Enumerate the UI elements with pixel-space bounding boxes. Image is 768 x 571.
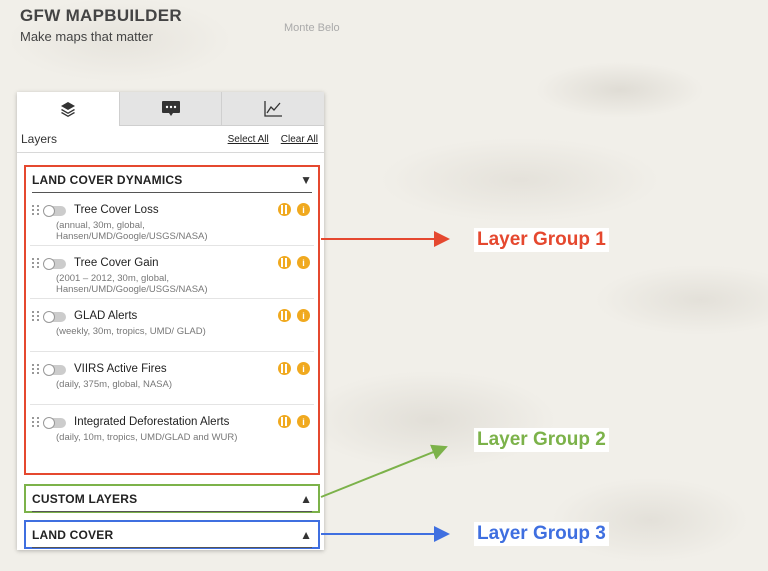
drag-handle-icon[interactable] bbox=[32, 364, 40, 374]
info-icon[interactable]: i bbox=[297, 256, 310, 269]
group-header-land-cover[interactable]: LAND COVER ▲ bbox=[32, 522, 312, 548]
tab-analysis[interactable] bbox=[221, 92, 325, 126]
layer-toggle[interactable] bbox=[43, 258, 66, 270]
layer-item-tree-cover-loss: Tree Cover Loss (annual, 30m, global, Ha… bbox=[30, 193, 314, 246]
clear-all-link[interactable]: Clear All bbox=[281, 134, 318, 145]
select-all-link[interactable]: Select All bbox=[228, 134, 269, 145]
legend-icon[interactable] bbox=[278, 256, 291, 269]
legend-icon[interactable] bbox=[278, 362, 291, 375]
info-icon[interactable]: i bbox=[297, 203, 310, 216]
layer-group-2: CUSTOM LAYERS ▲ bbox=[24, 484, 320, 513]
expand-arrow-icon[interactable]: ▲ bbox=[300, 492, 312, 506]
layers-icon bbox=[60, 101, 75, 117]
drag-handle-icon[interactable] bbox=[32, 311, 40, 321]
map-place-label: Monte Belo bbox=[284, 22, 340, 34]
expand-arrow-icon[interactable]: ▲ bbox=[300, 528, 312, 542]
layer-meta: (daily, 375m, global, NASA) bbox=[56, 379, 172, 390]
group-header-custom-layers[interactable]: CUSTOM LAYERS ▲ bbox=[32, 486, 312, 512]
layer-name: GLAD Alerts bbox=[74, 310, 138, 322]
layer-toggle[interactable] bbox=[43, 311, 66, 323]
group-title: CUSTOM LAYERS bbox=[32, 491, 138, 506]
layer-item-integrated-deforestation-alerts: Integrated Deforestation Alerts (daily, … bbox=[30, 405, 314, 457]
layer-item-tree-cover-gain: Tree Cover Gain (2001 – 2012, 30m, globa… bbox=[30, 246, 314, 299]
layers-title: Layers bbox=[21, 132, 58, 146]
callout-layer-group-1: Layer Group 1 bbox=[474, 228, 609, 252]
brand: GFW MAPBUILDER Make maps that matter bbox=[20, 6, 182, 44]
layer-meta: (annual, 30m, global, Hansen/UMD/Google/… bbox=[56, 220, 208, 242]
layer-item-glad-alerts: GLAD Alerts (weekly, 30m, tropics, UMD/ … bbox=[30, 299, 314, 352]
layer-meta: (2001 – 2012, 30m, global, Hansen/UMD/Go… bbox=[56, 273, 208, 295]
layer-meta: (weekly, 30m, tropics, UMD/ GLAD) bbox=[56, 326, 206, 337]
layer-group-1: LAND COVER DYNAMICS ▼ Tree Cover Loss (a… bbox=[24, 165, 320, 475]
drag-handle-icon[interactable] bbox=[32, 205, 40, 215]
layer-item-viirs-active-fires: VIIRS Active Fires (daily, 375m, global,… bbox=[30, 352, 314, 405]
tab-info[interactable] bbox=[118, 92, 222, 126]
info-icon[interactable]: i bbox=[297, 362, 310, 375]
info-icon[interactable]: i bbox=[297, 415, 310, 428]
layer-meta: (daily, 10m, tropics, UMD/GLAD and WUR) bbox=[56, 432, 238, 443]
drag-handle-icon[interactable] bbox=[32, 258, 40, 268]
legend-icon[interactable] bbox=[278, 203, 291, 216]
chat-icon bbox=[161, 100, 180, 116]
app-subtitle: Make maps that matter bbox=[20, 29, 153, 44]
layer-group-3: LAND COVER ▲ bbox=[24, 520, 320, 549]
group-title: LAND COVER bbox=[32, 527, 114, 542]
drag-handle-icon[interactable] bbox=[32, 417, 40, 427]
callout-layer-group-3: Layer Group 3 bbox=[474, 522, 609, 546]
layer-toggle[interactable] bbox=[43, 417, 66, 429]
layers-header: Layers Select All Clear All bbox=[17, 126, 324, 153]
chart-icon bbox=[264, 100, 283, 117]
group-title: LAND COVER DYNAMICS bbox=[32, 172, 183, 187]
layer-toggle[interactable] bbox=[43, 205, 66, 217]
info-icon[interactable]: i bbox=[297, 309, 310, 322]
tab-layers[interactable] bbox=[17, 92, 119, 126]
legend-icon[interactable] bbox=[278, 415, 291, 428]
panel-tabs bbox=[17, 92, 325, 126]
group-header-land-cover-dynamics[interactable]: LAND COVER DYNAMICS ▼ bbox=[32, 167, 312, 193]
app-title: GFW MAPBUILDER bbox=[20, 6, 182, 25]
callout-layer-group-2: Layer Group 2 bbox=[474, 428, 609, 452]
legend-icon[interactable] bbox=[278, 309, 291, 322]
layer-name: Integrated Deforestation Alerts bbox=[74, 416, 230, 428]
collapse-arrow-icon[interactable]: ▼ bbox=[300, 173, 312, 187]
layer-name: Tree Cover Loss bbox=[74, 204, 159, 216]
layer-name: VIIRS Active Fires bbox=[74, 363, 167, 375]
layer-name: Tree Cover Gain bbox=[74, 257, 159, 269]
layer-toggle[interactable] bbox=[43, 364, 66, 376]
